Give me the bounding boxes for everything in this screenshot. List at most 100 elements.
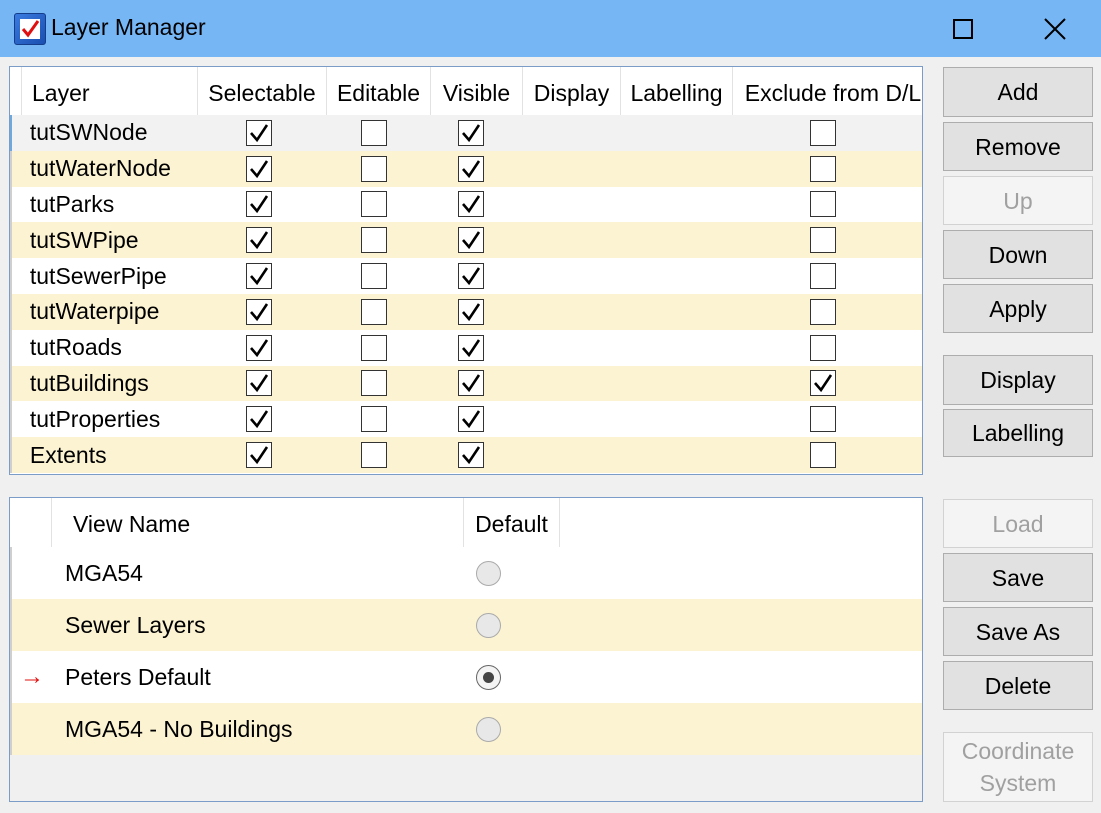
editable-checkbox[interactable] [361,155,388,182]
default-radio[interactable] [476,664,501,690]
visible-checkbox[interactable] [458,334,485,361]
up-button[interactable]: Up [943,176,1093,225]
selectable-checkbox[interactable] [246,263,273,290]
close-button[interactable] [1009,0,1101,57]
list-item[interactable]: → Peters Default [10,651,922,703]
save-as-button[interactable]: Save As [943,607,1093,656]
editable-checkbox[interactable] [361,442,388,469]
editable-checkbox[interactable] [361,263,388,290]
layer-name: tutParks [29,190,115,217]
table-row[interactable]: tutSWPipe [10,222,922,259]
selectable-checkbox[interactable] [246,406,273,433]
row-header[interactable] [10,115,22,151]
visible-checkbox[interactable] [458,227,485,254]
table-row[interactable]: tutRoads [10,329,922,366]
labelling-button[interactable]: Labelling [943,409,1093,457]
coordinate-system-button[interactable]: Coordinate System [943,732,1093,802]
row-header[interactable] [10,222,22,259]
editable-checkbox-cell [323,294,426,330]
column-header-default[interactable]: Default [464,498,560,550]
load-button[interactable]: Load [943,499,1093,548]
column-header-selectable[interactable]: Selectable [198,67,327,119]
exclude-checkbox[interactable] [809,227,836,254]
table-row[interactable]: tutBuildings [10,365,922,402]
visible-checkbox[interactable] [458,119,485,146]
selectable-checkbox[interactable] [246,227,273,254]
table-row[interactable]: tutProperties [10,401,922,438]
row-header[interactable] [10,329,22,366]
selectable-checkbox[interactable] [246,119,273,146]
exclude-checkbox[interactable] [809,263,836,290]
exclude-checkbox[interactable] [809,155,836,182]
visible-checkbox[interactable] [458,191,485,218]
remove-button[interactable]: Remove [943,122,1093,171]
selectable-checkbox-cell [196,187,323,223]
exclude-checkbox[interactable] [809,442,836,469]
exclude-checkbox[interactable] [809,119,836,146]
list-item[interactable]: MGA54 [10,547,922,599]
editable-checkbox[interactable] [361,191,388,218]
column-header-labelling[interactable]: Labelling [621,67,733,119]
editable-checkbox[interactable] [361,227,388,254]
visible-checkbox[interactable] [458,442,485,469]
layers-grid[interactable]: Layer Selectable Editable Visible Display Lab… [9,66,923,475]
exclude-checkbox[interactable] [809,191,836,218]
title-bar[interactable]: Layer Manager [0,0,1101,57]
visible-checkbox[interactable] [458,263,485,290]
table-row[interactable]: Extents [10,437,922,473]
row-header[interactable] [10,294,22,330]
editable-checkbox[interactable] [361,298,388,325]
maximize-button[interactable] [917,0,1009,57]
selectable-checkbox[interactable] [246,191,273,218]
editable-checkbox[interactable] [361,334,388,361]
selectable-checkbox[interactable] [246,155,273,182]
default-radio[interactable] [476,612,501,638]
down-button[interactable]: Down [943,230,1093,279]
visible-checkbox[interactable] [458,370,485,397]
row-header[interactable] [10,437,22,473]
add-button[interactable]: Add [943,67,1093,117]
checkmark-icon [250,410,269,429]
visible-checkbox[interactable] [458,406,485,433]
exclude-checkbox[interactable] [809,406,836,433]
exclude-checkbox[interactable] [809,334,836,361]
visible-checkbox[interactable] [458,298,485,325]
default-radio[interactable] [476,716,501,742]
exclude-checkbox[interactable] [809,298,836,325]
table-row[interactable]: tutWaterNode [10,150,922,187]
table-row[interactable]: tutSewerPipe [10,258,922,294]
column-header-display[interactable]: Display [523,67,621,119]
editable-checkbox[interactable] [361,406,388,433]
column-header-visible[interactable]: Visible [431,67,523,119]
selectable-checkbox[interactable] [246,370,273,397]
column-header-view-name[interactable]: View Name [52,498,464,550]
selectable-checkbox[interactable] [246,334,273,361]
list-item[interactable]: MGA54 - No Buildings [10,703,922,755]
save-button[interactable]: Save [943,553,1093,602]
default-radio[interactable] [476,560,501,586]
row-header[interactable] [10,150,22,187]
visible-checkbox-cell [426,258,517,294]
display-button[interactable]: Display [943,355,1093,405]
row-header[interactable] [10,258,22,294]
selectable-checkbox[interactable] [246,298,273,325]
table-row[interactable]: tutWaterpipe [10,294,922,330]
column-header-exclude-from-d-l[interactable]: Exclude from D/L [733,67,922,119]
apply-button[interactable]: Apply [943,284,1093,333]
column-header-layer[interactable]: Layer [22,67,198,119]
row-header[interactable] [10,365,22,402]
selectable-checkbox[interactable] [246,442,273,469]
list-item[interactable]: Sewer Layers [10,599,922,651]
table-row[interactable]: tutSWNode [10,115,922,151]
column-header-editable[interactable]: Editable [327,67,431,119]
views-grid[interactable]: View Name Default MGA54 Sewer Layers → Peter… [9,497,923,802]
row-header[interactable] [10,186,22,223]
selectable-checkbox-cell [196,401,323,437]
editable-checkbox[interactable] [361,119,388,146]
exclude-checkbox[interactable] [809,370,836,397]
visible-checkbox[interactable] [458,155,485,182]
table-row[interactable]: tutParks [10,186,922,223]
editable-checkbox[interactable] [361,370,388,397]
delete-button[interactable]: Delete [943,661,1093,710]
row-header[interactable] [10,401,22,438]
